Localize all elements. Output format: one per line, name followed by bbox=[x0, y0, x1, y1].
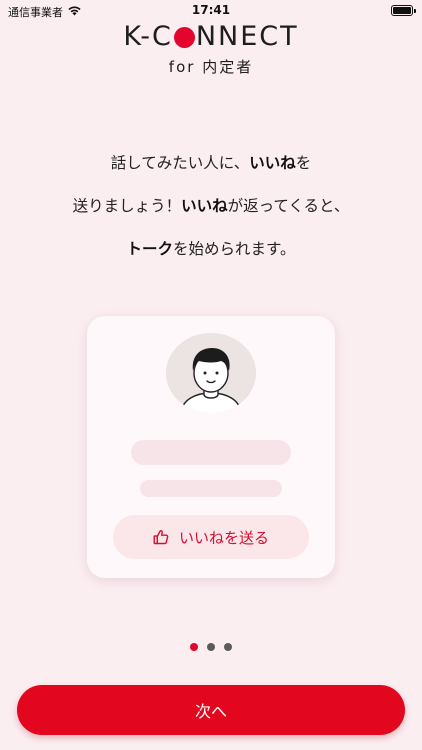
next-button[interactable]: 次へ bbox=[17, 685, 405, 735]
message-text: が返ってくると、 bbox=[227, 197, 350, 215]
avatar bbox=[166, 333, 256, 413]
message-text: を bbox=[295, 154, 312, 172]
page-dot bbox=[224, 643, 232, 651]
page-dot bbox=[207, 643, 215, 651]
message-line-2: 送りましょう！いいねが返ってくると、 bbox=[0, 185, 422, 228]
status-time: 17:41 bbox=[191, 3, 231, 17]
logo-subtitle: for 内定者 bbox=[168, 58, 254, 76]
thumbs-up-icon bbox=[153, 529, 169, 545]
intro-message: 話してみたい人に、いいねを 送りましょう！いいねが返ってくると、 トークを始めら… bbox=[0, 142, 422, 271]
page-indicator bbox=[0, 643, 422, 651]
detail-placeholder bbox=[140, 480, 282, 497]
logo-wordmark: K-C NNECT bbox=[123, 22, 298, 52]
logo-text-end: NNECT bbox=[195, 21, 299, 52]
message-emphasis: いいね bbox=[181, 197, 228, 215]
page-dot bbox=[190, 643, 198, 651]
app-logo: K-C NNECT for 内定者 bbox=[0, 22, 422, 77]
send-like-button[interactable]: いいねを送る bbox=[113, 515, 309, 559]
message-text: を始められます。 bbox=[173, 240, 296, 258]
onboarding-screen: 通信事業者 17:41 K-C NNECT for 内定者 話してみたい人に、いい… bbox=[0, 0, 422, 750]
logo-red-dot bbox=[173, 26, 195, 48]
message-line-3: トークを始められます。 bbox=[0, 228, 422, 271]
battery-icon bbox=[391, 5, 416, 16]
logo-text-start: K-C bbox=[123, 21, 173, 52]
message-emphasis: いいね bbox=[249, 154, 296, 172]
profile-card: いいねを送る bbox=[87, 316, 335, 578]
avatar-illustration bbox=[166, 333, 256, 413]
message-emphasis: トーク bbox=[126, 240, 174, 258]
message-line-1: 話してみたい人に、いいねを bbox=[0, 142, 422, 185]
name-placeholder bbox=[131, 440, 291, 465]
message-text: 送りましょう！ bbox=[72, 197, 182, 215]
send-like-label: いいねを送る bbox=[178, 528, 269, 547]
status-bar: 通信事業者 17:41 bbox=[0, 0, 422, 22]
message-text: 話してみたい人に、 bbox=[110, 154, 250, 172]
